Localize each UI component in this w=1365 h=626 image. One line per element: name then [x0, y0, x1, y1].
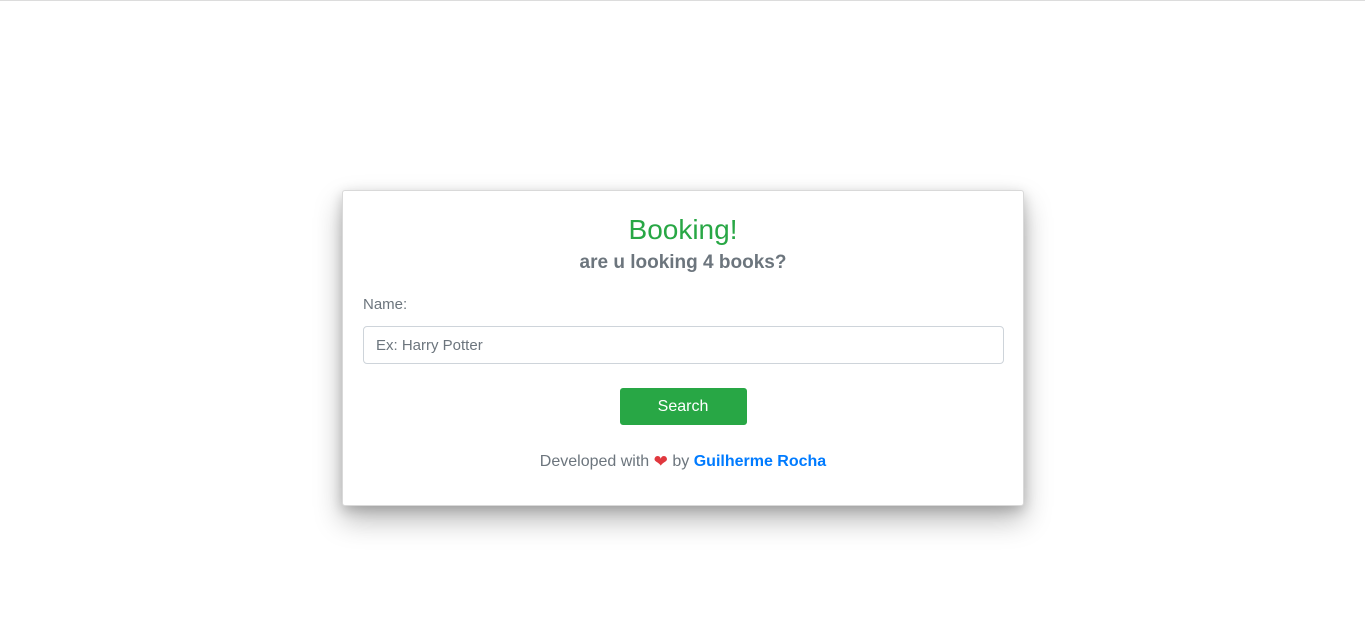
top-divider: [0, 0, 1365, 1]
heart-icon: ❤: [653, 452, 668, 471]
credits-prefix: Developed with: [539, 453, 650, 470]
page-subtitle: are u looking 4 books?: [579, 252, 787, 273]
credits-by: by: [672, 453, 690, 470]
author-link[interactable]: Guilherme Rocha: [694, 453, 826, 470]
name-search-input[interactable]: [363, 326, 1004, 364]
search-button[interactable]: Search: [619, 388, 747, 425]
credits-footer: Developed with ❤ by Guilherme Rocha: [363, 451, 1003, 473]
name-label: Name:: [363, 296, 408, 313]
button-row: Search: [363, 388, 1003, 425]
search-card: Booking! are u looking 4 books? Name: Se…: [342, 190, 1024, 506]
page-title: Booking!: [628, 214, 738, 245]
